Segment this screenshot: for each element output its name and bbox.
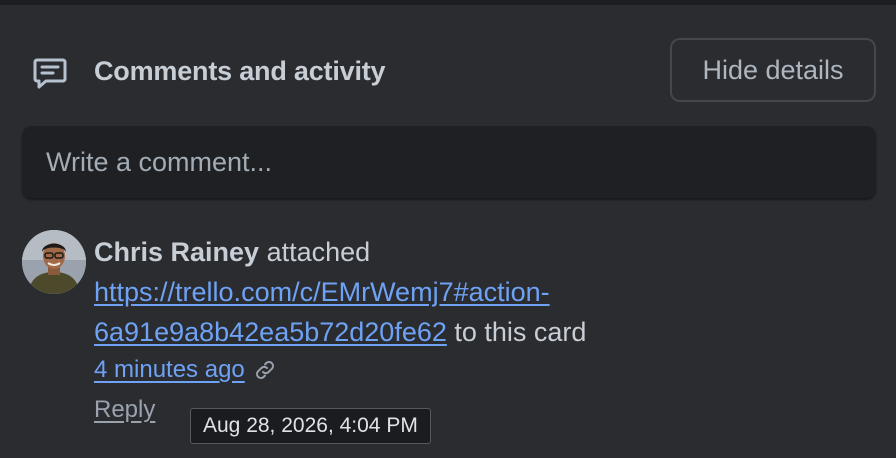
activity-author[interactable]: Chris Rainey bbox=[94, 237, 259, 267]
comments-header: Comments and activity Hide details bbox=[0, 36, 896, 104]
activity-timestamp[interactable]: 4 minutes ago bbox=[94, 356, 245, 384]
activity-text: Chris Rainey attached https://trello.com… bbox=[94, 232, 734, 352]
avatar-image bbox=[22, 230, 86, 294]
top-divider bbox=[0, 0, 896, 5]
hide-details-button[interactable]: Hide details bbox=[670, 38, 876, 102]
activity-action: attached bbox=[259, 237, 371, 267]
comment-box[interactable] bbox=[22, 126, 876, 198]
avatar[interactable] bbox=[22, 230, 86, 294]
timestamp-tooltip: Aug 28, 2026, 4:04 PM bbox=[190, 408, 431, 444]
reply-link[interactable]: Reply bbox=[94, 396, 155, 424]
link-icon[interactable] bbox=[253, 358, 277, 382]
comment-input[interactable] bbox=[22, 126, 876, 198]
activity-meta: 4 minutes ago bbox=[94, 352, 277, 388]
comment-icon bbox=[33, 58, 67, 89]
activity-suffix: to this card bbox=[446, 317, 587, 347]
section-title: Comments and activity bbox=[94, 56, 386, 86]
